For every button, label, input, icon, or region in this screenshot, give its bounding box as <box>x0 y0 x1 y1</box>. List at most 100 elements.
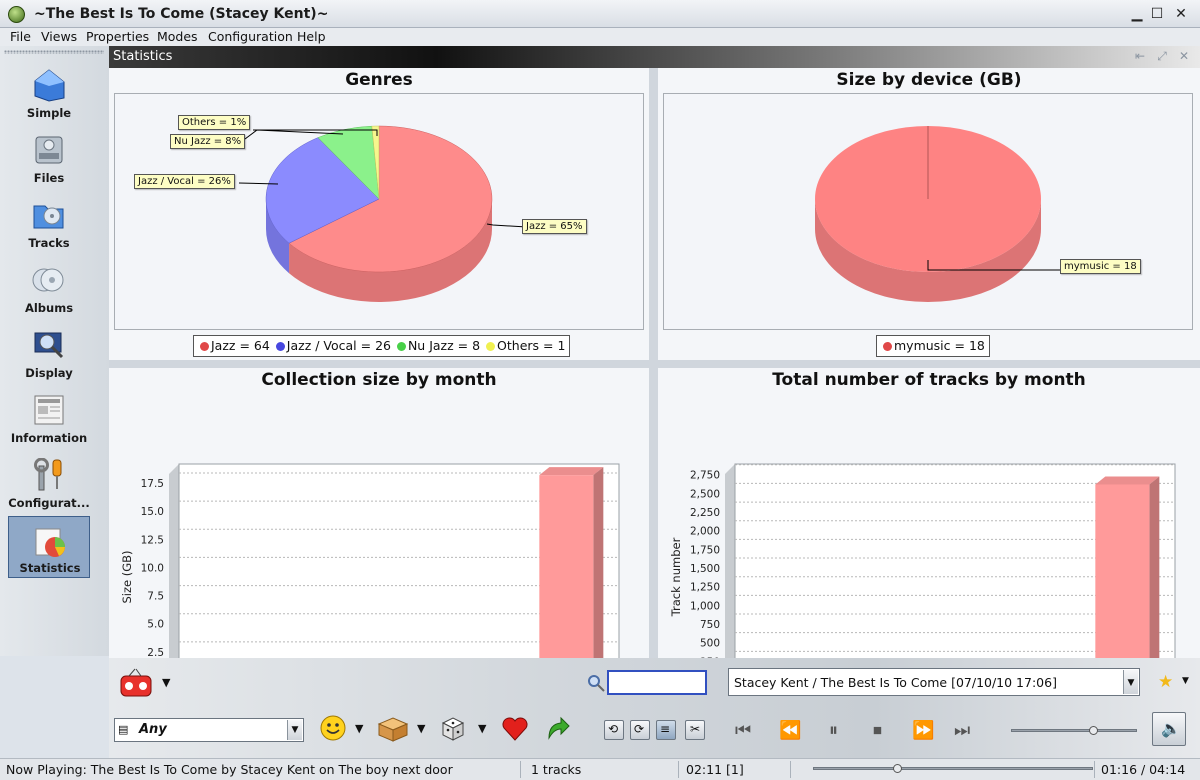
legend-item: mymusic = 18 <box>894 338 985 353</box>
toolbar-grip[interactable] <box>4 50 104 54</box>
radio-dropdown-arrow-icon[interactable]: ▼ <box>162 676 170 689</box>
combo-selected-value: Stacey Kent / The Best Is To Come [07/10… <box>734 675 1057 690</box>
repeat-all-icon: ⟳ <box>634 722 645 736</box>
chevron-down-icon[interactable]: ▼ <box>287 720 302 740</box>
menu-views[interactable]: Views <box>41 29 77 44</box>
bar-10-2007[interactable] <box>539 475 594 658</box>
maximize-panel-icon[interactable]: ⤢ <box>1155 49 1169 63</box>
perspective-information[interactable]: Information <box>8 385 90 447</box>
undock-icon[interactable]: ⇤ <box>1133 49 1147 63</box>
time-status: 01:16 / 04:14 <box>1101 762 1186 777</box>
status-separator <box>1094 761 1095 778</box>
menu-file[interactable]: File <box>10 29 31 44</box>
position-slider[interactable] <box>813 767 1093 770</box>
volume-slider[interactable] <box>1011 729 1137 732</box>
y-tick-label: 1,500 <box>690 563 720 575</box>
track-count-status: 1 tracks <box>531 762 582 777</box>
now-playing-status: Now Playing: The Best Is To Come by Stac… <box>6 762 453 777</box>
repeat-toggle[interactable]: ⟲ <box>604 720 624 740</box>
app-logo-icon <box>8 6 25 23</box>
y-tick-label: 2,750 <box>690 470 720 482</box>
perspective-simple[interactable]: Simple <box>8 60 90 122</box>
chart-legend: Jazz = 64 Jazz / Vocal = 26 Nu Jazz = 8 … <box>193 335 571 357</box>
folder-music-icon <box>33 205 64 229</box>
statistics-content: Genres Others = 1% Nu Jazz = 8% Jazz / V… <box>109 68 1200 658</box>
legend-item: Others = 1 <box>497 338 566 353</box>
menu-bar: File Views Properties Modes Configuratio… <box>0 28 1200 46</box>
dice-icon[interactable] <box>440 716 466 742</box>
menu-properties[interactable]: Properties <box>86 29 149 44</box>
device-pie-chart <box>815 126 1060 302</box>
house-icon <box>34 69 65 102</box>
legend-swatch <box>275 342 285 351</box>
perspective-tracks[interactable]: Tracks <box>8 190 90 252</box>
status-separator <box>790 761 791 778</box>
heart-icon[interactable] <box>501 716 529 742</box>
bar-top <box>1095 476 1160 485</box>
status-separator <box>520 761 521 778</box>
pie-label-jazz-vocal: Jazz / Vocal = 26% <box>134 174 235 189</box>
bar-side <box>593 467 604 658</box>
fast-forward-button[interactable]: ⏩ <box>912 720 934 741</box>
smiley-icon[interactable] <box>319 714 347 742</box>
chevron-down-icon[interactable]: ▼ <box>1123 670 1138 694</box>
mute-button[interactable]: 🔈 <box>1152 712 1186 746</box>
menu-help[interactable]: Help <box>297 29 326 44</box>
dj-dropdown-arrow-icon[interactable]: ▼ <box>355 722 363 735</box>
ambience-combo[interactable]: ▤ Any ▼ <box>114 718 304 742</box>
menu-modes[interactable]: Modes <box>157 29 198 44</box>
perspective-files[interactable]: Files <box>8 125 90 187</box>
plot-area <box>663 93 1193 330</box>
pie-label-mymusic: mymusic = 18 <box>1060 259 1141 274</box>
window-titlebar: ~The Best Is To Come (Stacey Kent)~ ▁ ☐ … <box>0 0 1200 28</box>
box-icon[interactable] <box>377 716 409 742</box>
previous-track-button[interactable]: ⏮ <box>735 720 751 741</box>
perspective-statistics[interactable]: Statistics <box>8 516 90 578</box>
rewind-button[interactable]: ⏪ <box>779 720 801 741</box>
forward-arrow-icon[interactable] <box>545 714 571 742</box>
repeat-all-toggle[interactable]: ⟳ <box>630 720 650 740</box>
position-slider-knob[interactable] <box>893 764 902 773</box>
continue-toggle[interactable]: ≡ <box>656 720 676 740</box>
next-track-button[interactable]: ⏭ <box>954 720 970 741</box>
minimize-button[interactable]: ▁ <box>1128 5 1146 23</box>
scissors-icon: ✂ <box>690 722 701 736</box>
y-tick-label: 2,000 <box>690 526 720 538</box>
menu-configuration[interactable]: Configuration <box>208 29 293 44</box>
y-tick-label: 7.5 <box>147 591 164 603</box>
intro-mode-toggle[interactable]: ✂ <box>685 720 705 740</box>
star-rating-icon[interactable]: ★ <box>1158 672 1173 692</box>
search-input[interactable] <box>607 670 707 695</box>
elapsed-index-status: 02:11 [1] <box>686 762 744 777</box>
stop-button[interactable]: ⏹ <box>873 720 882 741</box>
close-panel-icon[interactable]: ✕ <box>1177 49 1191 63</box>
pause-button[interactable]: ⏸ <box>829 720 838 741</box>
maximize-button[interactable]: ☐ <box>1148 5 1166 23</box>
y-tick-label: 12.5 <box>141 534 164 546</box>
search-icon <box>588 675 605 692</box>
tracks-chart-panel: Total number of tracks by month 02505007… <box>658 368 1200 658</box>
perspective-albums[interactable]: Albums <box>8 255 90 317</box>
y-tick-label: 2.5 <box>147 647 164 658</box>
box-dropdown-arrow-icon[interactable]: ▼ <box>417 722 425 735</box>
rating-dropdown-arrow-icon[interactable]: ▼ <box>1182 676 1189 686</box>
speaker-icon: 🔈 <box>1161 719 1181 738</box>
close-button[interactable]: ✕ <box>1172 5 1190 23</box>
player-controls: ▼ Stacey Kent / The Best Is To Come [07/… <box>109 658 1200 758</box>
perspective-label: Simple <box>26 106 72 120</box>
volume-slider-knob[interactable] <box>1088 726 1098 735</box>
repeat-icon: ⟲ <box>608 722 619 736</box>
hard-drive-icon <box>35 136 63 164</box>
y-tick-label: 15.0 <box>141 506 164 518</box>
now-playing-history-combo[interactable]: Stacey Kent / The Best Is To Come [07/10… <box>728 668 1140 696</box>
radio-icon[interactable] <box>119 668 153 698</box>
y-tick-label: 5.0 <box>147 619 164 631</box>
shuffle-dropdown-arrow-icon[interactable]: ▼ <box>478 722 486 735</box>
cd-stack-icon <box>32 268 64 292</box>
list-icon: ▤ <box>118 723 129 736</box>
perspective-display[interactable]: Display <box>8 320 90 382</box>
perspective-configuration[interactable]: Configurat... <box>8 450 90 512</box>
bar-10-2007[interactable] <box>1095 484 1150 658</box>
y-tick-label: 1,750 <box>690 544 720 556</box>
legend-item: Jazz = 64 <box>211 338 270 353</box>
